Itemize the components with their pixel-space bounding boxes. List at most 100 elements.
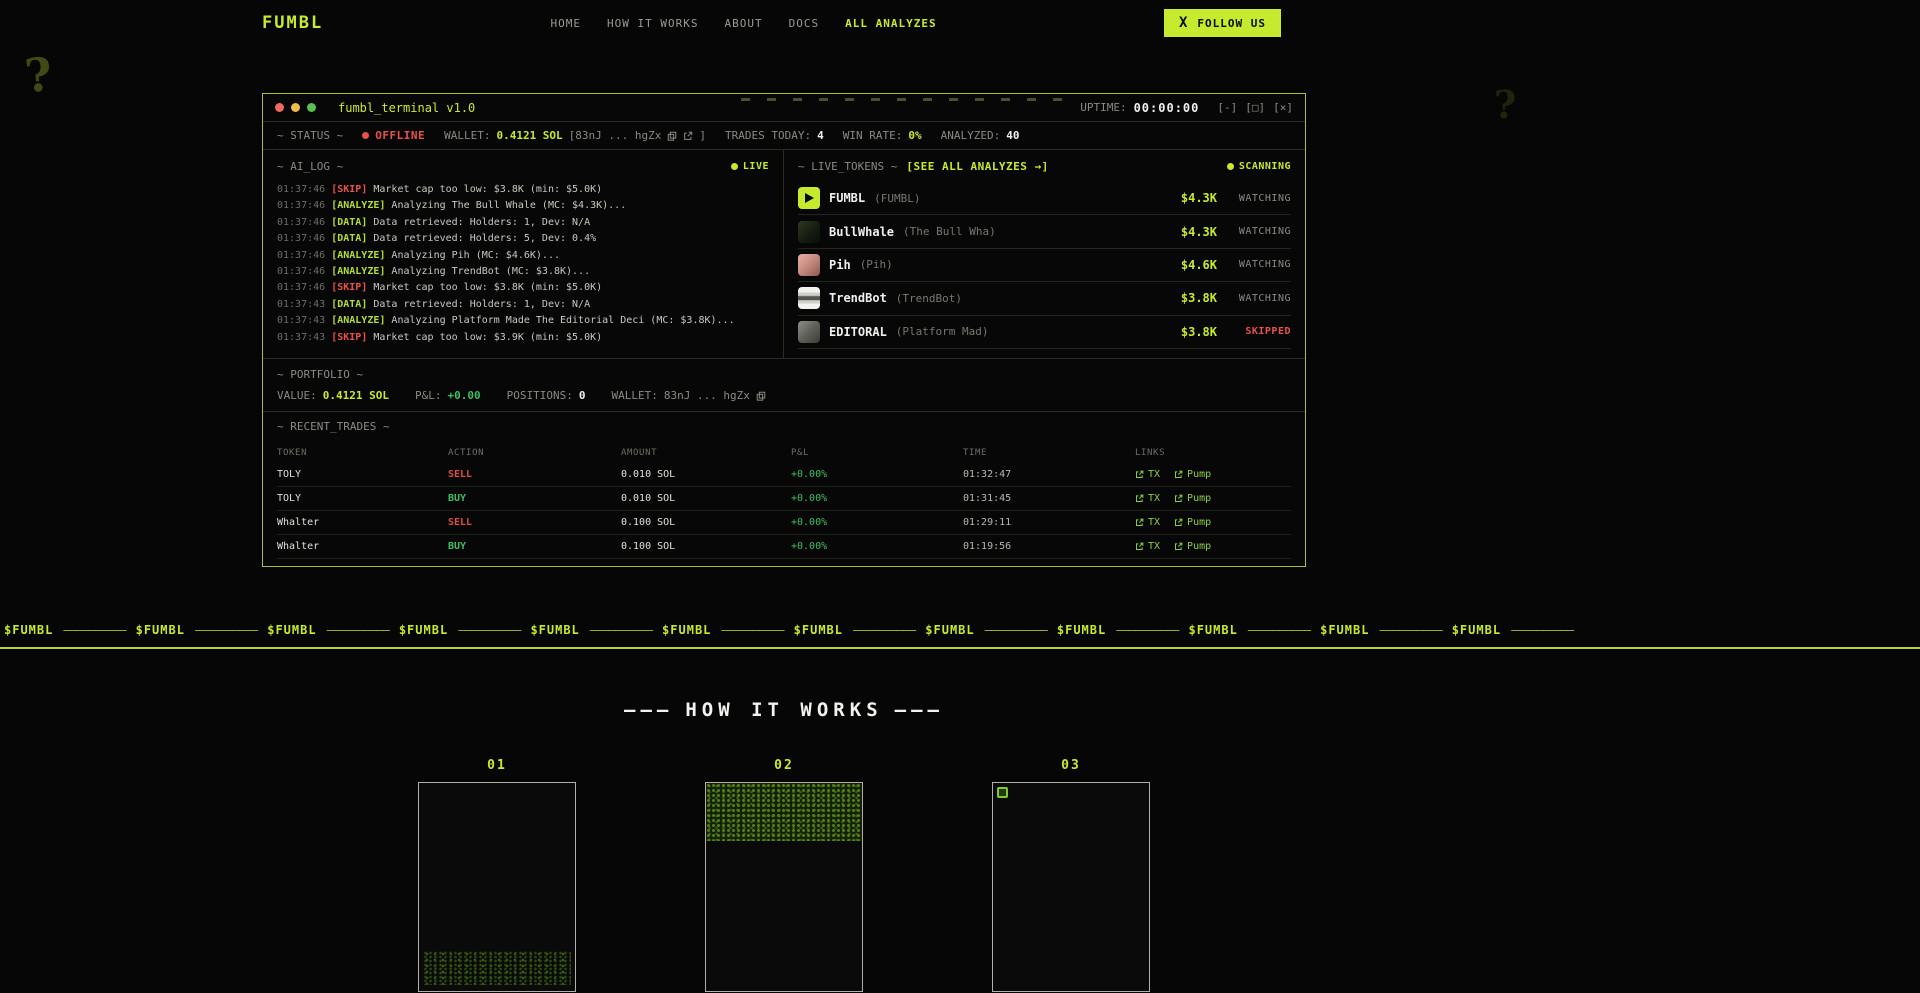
log-entry: 01:37:46 [DATA] Data retrieved: Holders:… (277, 231, 769, 247)
external-link-icon (1135, 542, 1144, 551)
log-entry: 01:37:46 [SKIP] Market cap too low: $3.8… (277, 182, 769, 198)
token-description: (The Bull Wha) (903, 225, 996, 238)
ticker-symbol: $FUMBL (136, 623, 185, 637)
token-icon (798, 187, 820, 209)
pump-link[interactable]: Pump (1174, 541, 1211, 552)
token-icon (798, 321, 820, 343)
window-control[interactable]: [-] (1217, 101, 1237, 114)
trade-amount: 0.010 SOL (621, 493, 791, 504)
copy-icon[interactable] (756, 391, 766, 401)
token-row[interactable]: FUMBL (FUMBL) $4.3K WATCHING (798, 182, 1291, 215)
portfolio-positions-label: POSITIONS: (507, 389, 573, 402)
ticker-separator: —————————— (195, 623, 257, 637)
tx-link[interactable]: TX (1135, 469, 1160, 480)
nav-link[interactable]: DOCS (789, 17, 820, 30)
ticker-symbol: $FUMBL (662, 623, 711, 637)
token-status: WATCHING (1229, 259, 1291, 270)
trade-token: Whalter (277, 517, 448, 528)
portfolio-positions: POSITIONS: 0 (507, 389, 586, 402)
nav-link[interactable]: HOME (551, 17, 582, 30)
trade-token: TOLY (277, 493, 448, 504)
live-tokens-header-row: ~ LIVE_TOKENS ~ [SEE ALL ANALYZES →] SCA… (798, 160, 1291, 173)
token-status: WATCHING (1229, 193, 1291, 204)
log-message: Analyzing Platform Made The Editorial De… (391, 315, 734, 326)
live-dot-icon (731, 163, 738, 170)
token-name: TrendBot (829, 291, 887, 305)
nav-link[interactable]: HOW IT WORKS (607, 17, 698, 30)
follow-us-button[interactable]: X FOLLOW US (1164, 9, 1281, 37)
status-header: ~ STATUS ~ (277, 129, 343, 142)
token-status: WATCHING (1229, 226, 1291, 237)
log-time: 01:37:43 (277, 332, 325, 343)
log-message: Data retrieved: Holders: 1, Dev: N/A (373, 217, 590, 228)
trade-time: 01:29:11 (963, 517, 1135, 528)
log-time: 01:37:46 (277, 250, 325, 261)
pump-link[interactable]: Pump (1174, 493, 1211, 504)
token-row[interactable]: TrendBot (TrendBot) $3.8K WATCHING (798, 282, 1291, 315)
terminal-main-panels: ~ AI_LOG ~ LIVE 01:37:46 [SKIP] Market c… (263, 150, 1305, 359)
ticker-separator: —————————— (1116, 623, 1178, 637)
tx-link[interactable]: TX (1135, 541, 1160, 552)
log-message: Market cap too low: $3.8K (min: $5.0K) (373, 184, 602, 195)
ticker-separator: —————————— (327, 623, 389, 637)
see-all-analyzes-link[interactable]: [SEE ALL ANALYZES →] (906, 160, 1048, 173)
token-name: BullWhale (829, 225, 894, 239)
ticker-symbol: $FUMBL (399, 623, 448, 637)
log-entry: 01:37:46 [ANALYZE] Analyzing The Bull Wh… (277, 198, 769, 214)
window-control[interactable]: [□] (1245, 101, 1265, 114)
decorative-question-mark: ? (22, 47, 54, 104)
log-tag: [ANALYZE] (331, 315, 385, 326)
log-tag: [SKIP] (331, 332, 367, 343)
portfolio-pnl-value: +0.00 (447, 389, 480, 402)
ticker-band: $FUMBL —————————— $FUMBL —————————— $FUMBL ——… (0, 612, 1920, 649)
offline-dot-icon (362, 132, 369, 139)
token-icon (798, 254, 820, 276)
maximize-dot-icon[interactable] (307, 103, 316, 112)
log-tag: [SKIP] (331, 184, 367, 195)
close-dot-icon[interactable] (275, 103, 284, 112)
live-badge-label: LIVE (743, 161, 769, 172)
token-marketcap: $4.6K (1171, 258, 1217, 272)
portfolio-wallet-label: WALLET: (611, 389, 657, 402)
tx-link[interactable]: TX (1135, 493, 1160, 504)
ticker-separator: —————————— (1379, 623, 1441, 637)
how-it-works-section: ———HOW IT WORKS——— 01 02 03 (262, 699, 1306, 992)
uptime-value: 00:00:00 (1134, 101, 1200, 115)
log-time: 01:37:43 (277, 315, 325, 326)
pump-link[interactable]: Pump (1174, 469, 1211, 480)
trade-row: Whalter BUY 0.100 SOL +0.00% 01:19:56 TX… (277, 535, 1291, 559)
external-link-icon[interactable] (683, 131, 693, 141)
token-row[interactable]: EDITORAL (Platform Mad) $3.8K SKIPPED (798, 316, 1291, 349)
portfolio-positions-value: 0 (579, 389, 586, 402)
ticker-symbol: $FUMBL (1188, 623, 1237, 637)
scanning-badge-label: SCANNING (1239, 161, 1291, 172)
token-row[interactable]: Pih (Pih) $4.6K WATCHING (798, 249, 1291, 282)
connection-state: OFFLINE (375, 129, 425, 142)
trade-links: TX Pump (1135, 493, 1291, 504)
minimize-dot-icon[interactable] (291, 103, 300, 112)
analyzed-label: ANALYZED: (941, 129, 1001, 142)
wallet-status: WALLET: 0.4121 SOL [83nJ ... hgZx ] (444, 129, 706, 142)
portfolio-value-label: VALUE: (277, 389, 317, 402)
title-text: HOW IT WORKS (685, 699, 882, 721)
trade-amount: 0.100 SOL (621, 517, 791, 528)
trade-token: Whalter (277, 541, 448, 552)
token-status: SKIPPED (1229, 326, 1291, 337)
trade-row: TOLY SELL 0.010 SOL +0.00% 01:32:47 TX P… (277, 463, 1291, 487)
window-control[interactable]: [×] (1273, 101, 1293, 114)
log-entry: 01:37:43 [DATA] Data retrieved: Holders:… (277, 297, 769, 313)
trade-links: TX Pump (1135, 469, 1291, 480)
pump-link[interactable]: Pump (1174, 517, 1211, 528)
step-image (992, 782, 1150, 992)
nav-link[interactable]: ABOUT (725, 17, 763, 30)
copy-icon[interactable] (667, 131, 677, 141)
log-tag: [SKIP] (331, 282, 367, 293)
external-link-icon (1135, 470, 1144, 479)
token-row[interactable]: BullWhale (The Bull Wha) $4.3K WATCHING (798, 215, 1291, 248)
ticker-separator: —————————— (721, 623, 783, 637)
follow-us-label: FOLLOW US (1197, 17, 1266, 30)
nav-link[interactable]: ALL ANALYZES (845, 17, 936, 30)
log-message: Analyzing Pih (MC: $4.6K)... (391, 250, 560, 261)
live-tokens-panel: ~ LIVE_TOKENS ~ [SEE ALL ANALYZES →] SCA… (784, 150, 1305, 358)
tx-link[interactable]: TX (1135, 517, 1160, 528)
